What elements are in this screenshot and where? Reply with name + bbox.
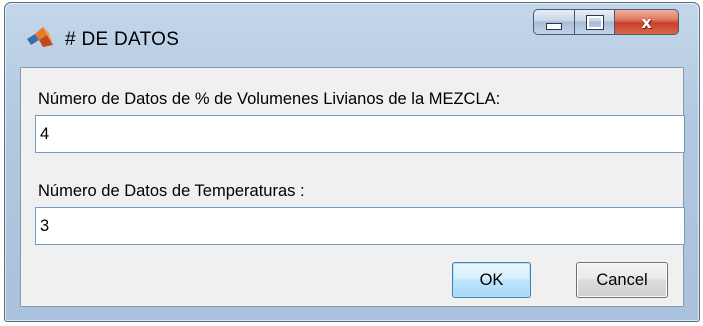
maximize-icon xyxy=(585,14,604,30)
matlab-logo-icon xyxy=(27,27,53,47)
dialog-window: # DE DATOS x Número de Datos de % de Vol… xyxy=(4,2,700,322)
close-button[interactable]: x xyxy=(615,9,679,35)
title-bar[interactable]: # DE DATOS x xyxy=(5,3,699,61)
cancel-button[interactable]: Cancel xyxy=(576,262,668,298)
dialog-body: Número de Datos de % de Volumenes Livian… xyxy=(20,67,685,307)
close-icon: x xyxy=(641,12,652,32)
mixture-volumes-count-input[interactable]: 4 xyxy=(35,115,685,153)
window-title: # DE DATOS xyxy=(65,29,180,50)
maximize-button[interactable] xyxy=(575,9,615,35)
minimize-button[interactable] xyxy=(533,9,575,35)
ok-button[interactable]: OK xyxy=(452,262,531,298)
temperatures-count-input[interactable]: 3 xyxy=(35,207,685,245)
caption-buttons: x xyxy=(533,9,679,37)
temperatures-count-label: Número de Datos de Temperaturas : xyxy=(38,182,305,200)
minimize-icon xyxy=(546,22,562,30)
mixture-volumes-count-label: Número de Datos de % de Volumenes Livian… xyxy=(38,90,501,108)
